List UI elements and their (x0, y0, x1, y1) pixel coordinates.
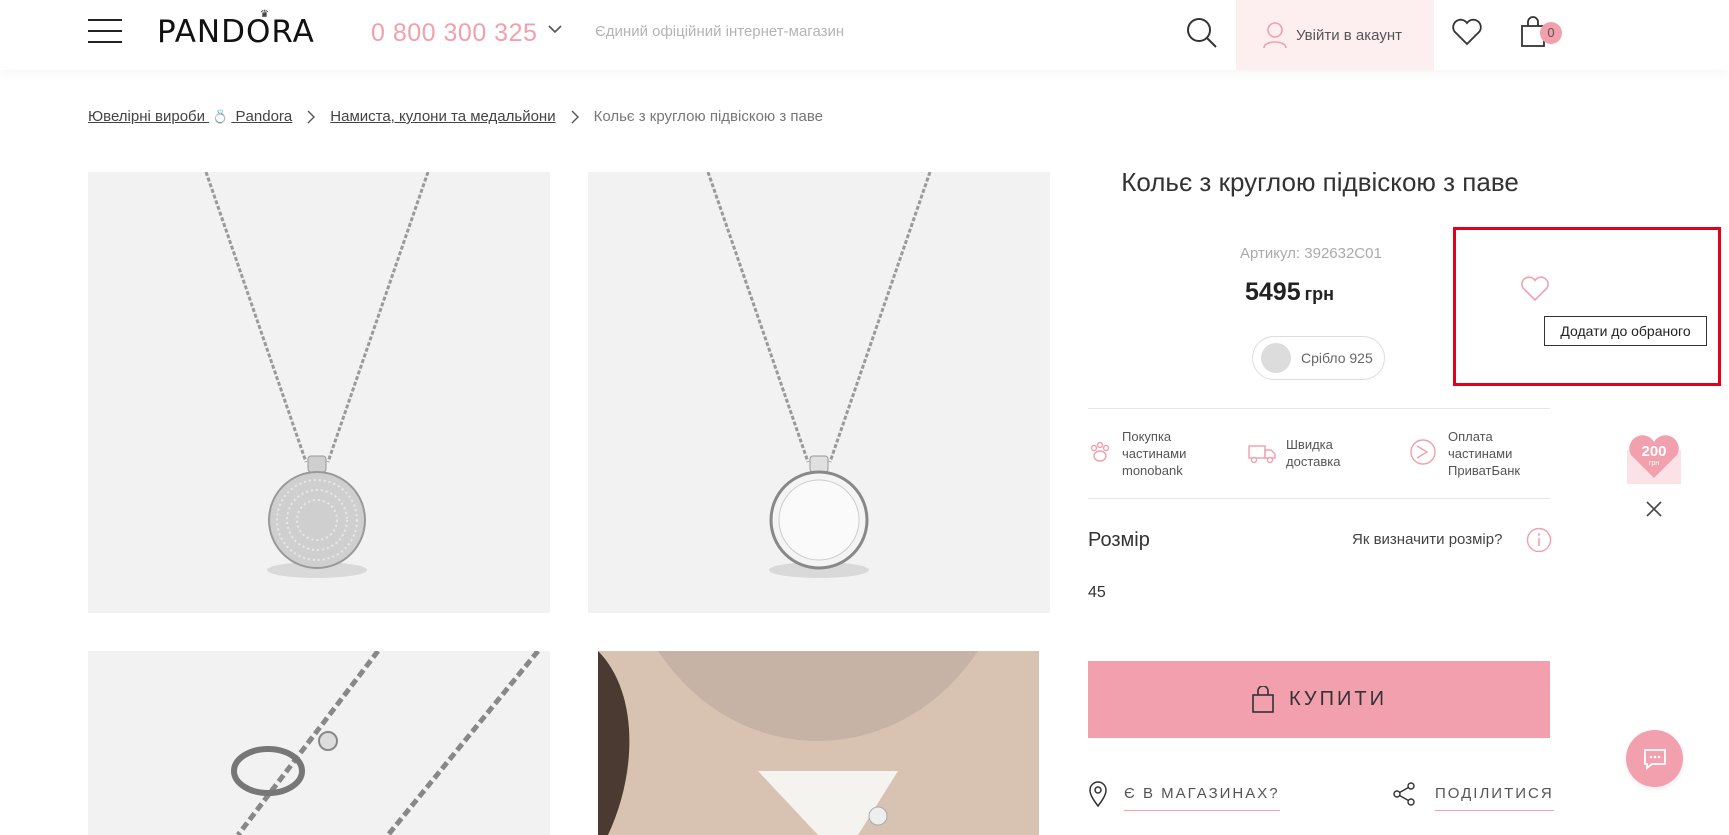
price-value: 5495 (1245, 278, 1301, 306)
phone-number[interactable]: 0 800 300 325 (371, 19, 537, 48)
location-pin-icon (1089, 781, 1107, 808)
product-image-clasp[interactable] (88, 651, 550, 835)
divider (1088, 498, 1550, 499)
material-option[interactable]: Срібло 925 (1252, 336, 1385, 380)
chevron-right-icon (307, 110, 316, 123)
share-link[interactable]: ПОДІЛИТИСЯ (1391, 777, 1554, 811)
feature-privatbank-text: Оплата частинами ПриватБанк (1448, 429, 1521, 478)
paw-icon (1090, 441, 1110, 462)
truck-icon (1248, 445, 1276, 464)
privat-icon (1410, 439, 1436, 465)
size-guide-link[interactable]: Як визначити розмір? (1352, 531, 1502, 548)
material-label: Срібло 925 (1301, 350, 1373, 366)
buy-button[interactable]: КУПИТИ (1088, 661, 1550, 738)
product-sku: Артикул: 392632C01 (1240, 245, 1382, 262)
site-header: PANDORA ♛ 0 800 300 325 Єдиний офіційний… (0, 0, 1729, 70)
divider (1088, 408, 1550, 409)
size-value[interactable]: 45 (1088, 584, 1106, 602)
feature-delivery-text: Швидка доставка (1286, 437, 1341, 469)
product-image-front[interactable] (88, 172, 550, 613)
promo-amount: 200 (1641, 443, 1666, 460)
buy-label: КУПИТИ (1289, 688, 1387, 710)
product-image-model[interactable] (598, 651, 1039, 835)
ring-icon: 💍 (212, 109, 229, 124)
material-swatch (1261, 343, 1291, 373)
wishlist-heart-icon[interactable] (1451, 18, 1483, 46)
breadcrumb-item-necklaces[interactable]: Намиста, кулони та медальйони (330, 108, 555, 125)
promo-currency: грн (1649, 460, 1659, 467)
login-label: Увійти в акаунт (1296, 26, 1402, 44)
chat-bubble-icon (1643, 748, 1666, 770)
chat-button[interactable] (1626, 730, 1683, 787)
share-label: ПОДІЛИТИСЯ (1435, 785, 1554, 811)
breadcrumb: Ювелірні вироби 💍 Pandora Намиста, кулон… (88, 108, 823, 125)
logo-crown-icon: ♛ (260, 9, 269, 20)
feature-monobank-text: Покупка частинами monobank (1122, 429, 1187, 478)
search-icon[interactable] (1185, 16, 1219, 50)
feature-monobank: Покупка частинами monobank (1088, 428, 1202, 479)
highlight-box (1453, 227, 1721, 386)
shopping-bag-icon (1252, 685, 1274, 713)
feature-delivery: Швидка доставка (1248, 436, 1356, 470)
store-availability-label: Є В МАГАЗИНАХ? (1124, 785, 1280, 811)
breadcrumb-item-jewelry[interactable]: Ювелірні вироби 💍 Pandora (88, 108, 292, 125)
share-icon (1393, 782, 1415, 806)
login-button[interactable]: Увійти в акаунт (1236, 0, 1434, 70)
price-currency: грн (1304, 284, 1334, 304)
cart-count-badge: 0 (1540, 22, 1562, 44)
breadcrumb-current: Кольє з круглою підвіскою з паве (593, 108, 823, 125)
store-tagline: Єдиний офіційний інтернет-магазин (595, 23, 845, 40)
user-icon (1263, 22, 1287, 49)
product-price: 5495 грн (1245, 278, 1334, 307)
product-title: Кольє з круглою підвіскою з паве (1121, 167, 1519, 197)
store-availability-link[interactable]: Є В МАГАЗИНАХ? (1088, 777, 1280, 811)
menu-icon[interactable] (88, 19, 122, 43)
chevron-right-icon (571, 110, 579, 123)
size-label: Розмір (1088, 529, 1150, 551)
pandora-logo[interactable]: PANDORA (157, 14, 315, 50)
close-icon[interactable] (1645, 500, 1663, 518)
feature-privatbank: Оплата частинами ПриватБанк (1408, 428, 1538, 479)
chevron-down-icon[interactable] (547, 23, 563, 35)
info-icon[interactable] (1526, 527, 1552, 553)
promo-envelope-heart-icon[interactable]: 200 грн (1625, 432, 1683, 486)
product-image-back[interactable] (588, 172, 1050, 613)
